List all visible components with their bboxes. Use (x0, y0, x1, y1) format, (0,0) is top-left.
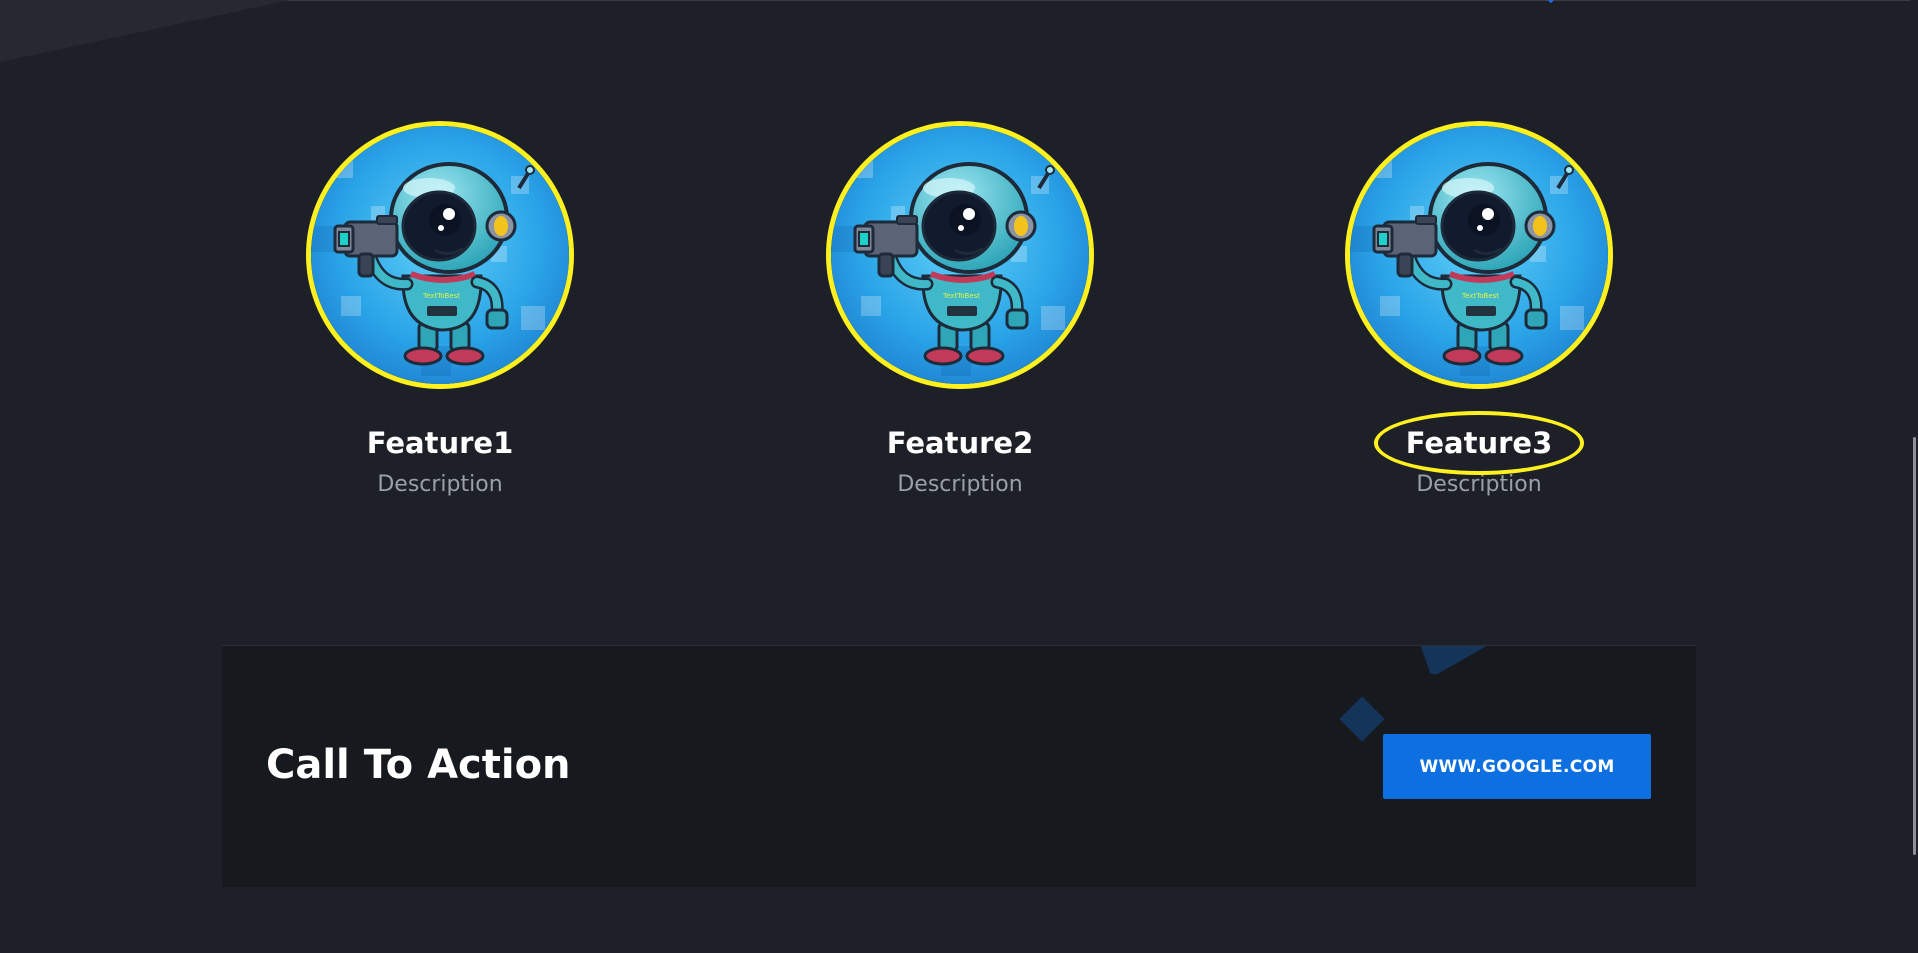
decorative-corner-shape (0, 0, 290, 62)
robot-astronaut-camera-icon: TextToBest (311, 126, 569, 384)
feature-image-1: TextToBest (306, 121, 574, 389)
decorative-diamond (1339, 696, 1385, 742)
robot-astronaut-camera-icon: TextToBest (831, 126, 1089, 384)
feature-description-3: Description (1416, 472, 1542, 497)
page: TextToBest Feature1 Description TextToBe… (0, 0, 1918, 953)
scrollbar-thumb[interactable] (1913, 437, 1916, 855)
feature-card-2: TextToBest Feature2 Description (825, 121, 1095, 499)
cta-link-button[interactable]: WWW.GOOGLE.COM (1383, 734, 1651, 799)
feature-title-1: Feature1 (366, 426, 514, 460)
svg-text:TextToBest: TextToBest (942, 292, 980, 300)
feature-description-2: Description (897, 472, 1023, 497)
call-to-action-title: Call To Action (266, 742, 571, 788)
svg-text:TextToBest: TextToBest (1461, 292, 1499, 300)
feature-title-2: Feature2 (886, 426, 1034, 460)
feature-card-1: TextToBest Feature1 Description (305, 121, 575, 499)
feature-card-3: TextToBest Feature3 Description (1344, 121, 1614, 499)
decorative-shape (1420, 646, 1490, 674)
call-to-action-section: Call To Action WWW.GOOGLE.COM (222, 645, 1696, 887)
svg-text:TextToBest: TextToBest (422, 292, 460, 300)
feature-image-2: TextToBest (826, 121, 1094, 389)
decorative-dot (1547, 0, 1554, 4)
robot-astronaut-camera-icon: TextToBest (1350, 126, 1608, 384)
feature-description-1: Description (377, 472, 503, 497)
feature-image-3: TextToBest (1345, 121, 1613, 389)
feature-title-3: Feature3 (1373, 411, 1584, 475)
